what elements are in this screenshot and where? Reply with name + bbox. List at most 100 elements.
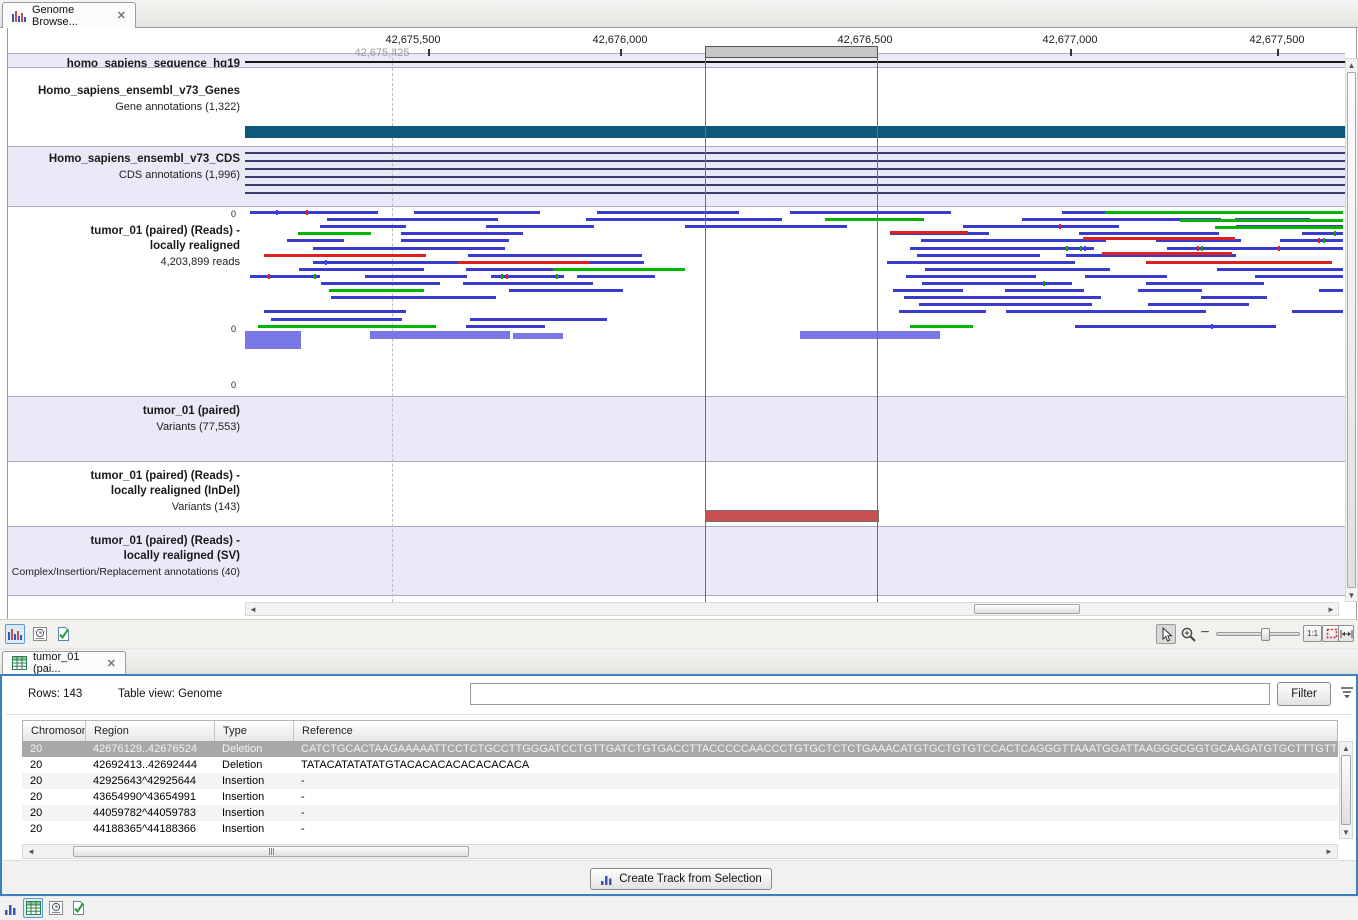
table-header-row: Chromosome Region Type Reference (22, 720, 1338, 741)
zoom-tool-button[interactable] (1178, 624, 1198, 644)
hscroll-thumb[interactable] (974, 604, 1080, 614)
advanced-filter-toggle[interactable] (1339, 686, 1355, 699)
ruler-tick-label: 42,677,000 (1042, 34, 1097, 46)
track-name-reads-2: locally realigned (8, 239, 240, 254)
selection-cursor-button[interactable] (1156, 624, 1176, 644)
ruler-tick-label: 42,676,000 (592, 34, 647, 46)
ruler-tick-label: 42,676,500 (837, 34, 892, 46)
table-vscrollbar[interactable]: ▲ ▼ (1339, 741, 1353, 839)
element-info-button[interactable] (53, 624, 73, 644)
browser-vscrollbar[interactable]: ▲ ▼ (1345, 58, 1358, 602)
browser-hscrollbar[interactable]: ◄ ► (245, 602, 1339, 616)
fit-width-icon (1340, 629, 1353, 639)
scroll-right-icon[interactable]: ► (1324, 846, 1334, 857)
track-name-variants: tumor_01 (paired) (8, 404, 240, 419)
filter-expand-icon (1339, 686, 1355, 699)
tab-title: tumor_01 (pai... (33, 651, 97, 675)
scroll-up-icon[interactable]: ▲ (1341, 743, 1351, 753)
close-icon[interactable]: ✕ (107, 657, 116, 670)
table-hscrollbar[interactable]: ◄ ► (22, 844, 1338, 859)
track-subtitle-genes: Gene annotations (1,322) (0, 100, 240, 114)
create-track-button[interactable]: Create Track from Selection (590, 868, 772, 890)
tab-genome-browser[interactable]: Genome Browse... ✕ (2, 2, 136, 28)
column-header-reference[interactable]: Reference (294, 721, 1337, 742)
zoom-selection-icon (1326, 628, 1338, 639)
column-header-chromosome[interactable]: Chromosome (23, 721, 86, 742)
ruler-cursor-position-label: 42,675,425 (354, 47, 409, 59)
scroll-up-icon[interactable]: ▲ (1346, 60, 1357, 70)
ruler-tick-label: 42,677,500 (1249, 34, 1304, 46)
track-row-sequence: homo_sapiens_sequence_hg19 (8, 53, 1345, 67)
table-row[interactable]: 20 43654990^43654991 Insertion - (22, 789, 1338, 805)
filter-search-input[interactable] (470, 683, 1270, 705)
track-name-genes: Homo_sapiens_ensembl_v73_Genes (8, 84, 240, 99)
track-subtitle-variants: Variants (77,553) (0, 420, 240, 434)
zoom-slider[interactable] (1216, 632, 1300, 636)
zoom-out-button[interactable]: − (1198, 624, 1212, 644)
track-name-indel-2: locally realigned (InDel) (8, 484, 240, 499)
scroll-right-icon[interactable]: ► (1326, 603, 1336, 615)
track-chart-icon (8, 627, 22, 641)
track-name-sv-2: locally realigned (SV) (8, 549, 240, 564)
scroll-down-icon[interactable]: ▼ (1346, 590, 1357, 600)
hscroll-thumb[interactable] (73, 846, 469, 857)
table-row[interactable]: 20 44188365^44188366 Insertion - (22, 821, 1338, 837)
ruler-tick-label: 42,675,500 (385, 34, 440, 46)
table-icon (12, 656, 27, 670)
filter-button[interactable]: Filter (1277, 682, 1331, 706)
variant-table-panel: Rows: 143 Table view: Genome Filter Chro… (0, 674, 1358, 896)
deletion-variant-bar[interactable] (705, 510, 879, 522)
table-icon (26, 901, 41, 915)
column-header-type[interactable]: Type (215, 721, 294, 742)
cursor-icon (1160, 627, 1173, 642)
coverage-axis-zero: 0 (222, 209, 236, 219)
table-footer: Create Track from Selection (2, 860, 1356, 894)
history-icon (32, 626, 48, 642)
track-name-sequence: homo_sapiens_sequence_hg19 (8, 57, 240, 67)
rows-count-label: Rows: 143 (28, 688, 82, 700)
tab-title: Genome Browse... (32, 4, 107, 28)
table-view-switch[interactable] (23, 898, 43, 918)
view-switch-bar (0, 897, 1358, 920)
history-view-switch[interactable] (46, 898, 66, 918)
vscroll-thumb[interactable] (1341, 755, 1351, 825)
element-info-switch[interactable] (68, 898, 88, 918)
coverage-axis-zero: 0 (222, 324, 236, 334)
ruler-tick (620, 49, 622, 56)
zoom-slider-thumb[interactable] (1261, 628, 1270, 641)
browser-tabbar: Genome Browse... ✕ (0, 0, 1358, 28)
table-row[interactable]: 20 44059782^44059783 Insertion - (22, 805, 1338, 821)
scroll-down-icon[interactable]: ▼ (1341, 827, 1351, 837)
history-view-button[interactable] (30, 624, 50, 644)
track-view-button[interactable] (5, 624, 25, 644)
fit-width-button[interactable] (1338, 625, 1354, 642)
scroll-left-icon[interactable]: ◄ (248, 603, 258, 615)
browser-toolbar: − + 1:1 (0, 619, 1358, 648)
track-view-switch[interactable] (4, 902, 18, 915)
zoom-100-label: 1:1 (1307, 629, 1318, 638)
column-header-region[interactable]: Region (86, 721, 215, 742)
tab-variant-table[interactable]: tumor_01 (pai... ✕ (2, 651, 126, 674)
mini-chart-icon (4, 902, 18, 915)
table-row[interactable]: 20 42925643^42925644 Insertion - (22, 773, 1338, 789)
magnifier-plus-icon (1180, 626, 1197, 643)
coverage-axis-zero: 0 (222, 380, 236, 390)
track-name-reads-1: tumor_01 (paired) (Reads) - (8, 224, 240, 239)
ruler-tick (1070, 49, 1072, 56)
zoom-100-button[interactable]: 1:1 (1303, 625, 1322, 642)
close-icon[interactable]: ✕ (117, 9, 126, 22)
mini-chart-icon (600, 873, 613, 885)
ruler-tick (428, 49, 430, 56)
track-subtitle-sv: Complex/Insertion/Replacement annotation… (0, 565, 240, 579)
history-icon (48, 900, 64, 916)
header-divider (6, 714, 1352, 715)
vscroll-thumb[interactable] (1347, 72, 1356, 588)
table-row[interactable]: 20 42692413..42692444 Deletion TATACATAT… (22, 757, 1338, 773)
scroll-left-icon[interactable]: ◄ (26, 846, 36, 857)
table-row[interactable]: 20 42676129..42676524 Deletion CATCTGCAC… (22, 741, 1338, 757)
application-window: Genome Browse... ✕ homo_sapiens_sequence… (0, 0, 1358, 920)
genome-browser-panel: homo_sapiens_sequence_hg19 42,675,500 42… (0, 28, 1358, 648)
track-subtitle-reads: 4,203,899 reads (0, 255, 240, 269)
document-check-icon (55, 626, 71, 642)
selection-region-handle[interactable] (705, 46, 878, 58)
